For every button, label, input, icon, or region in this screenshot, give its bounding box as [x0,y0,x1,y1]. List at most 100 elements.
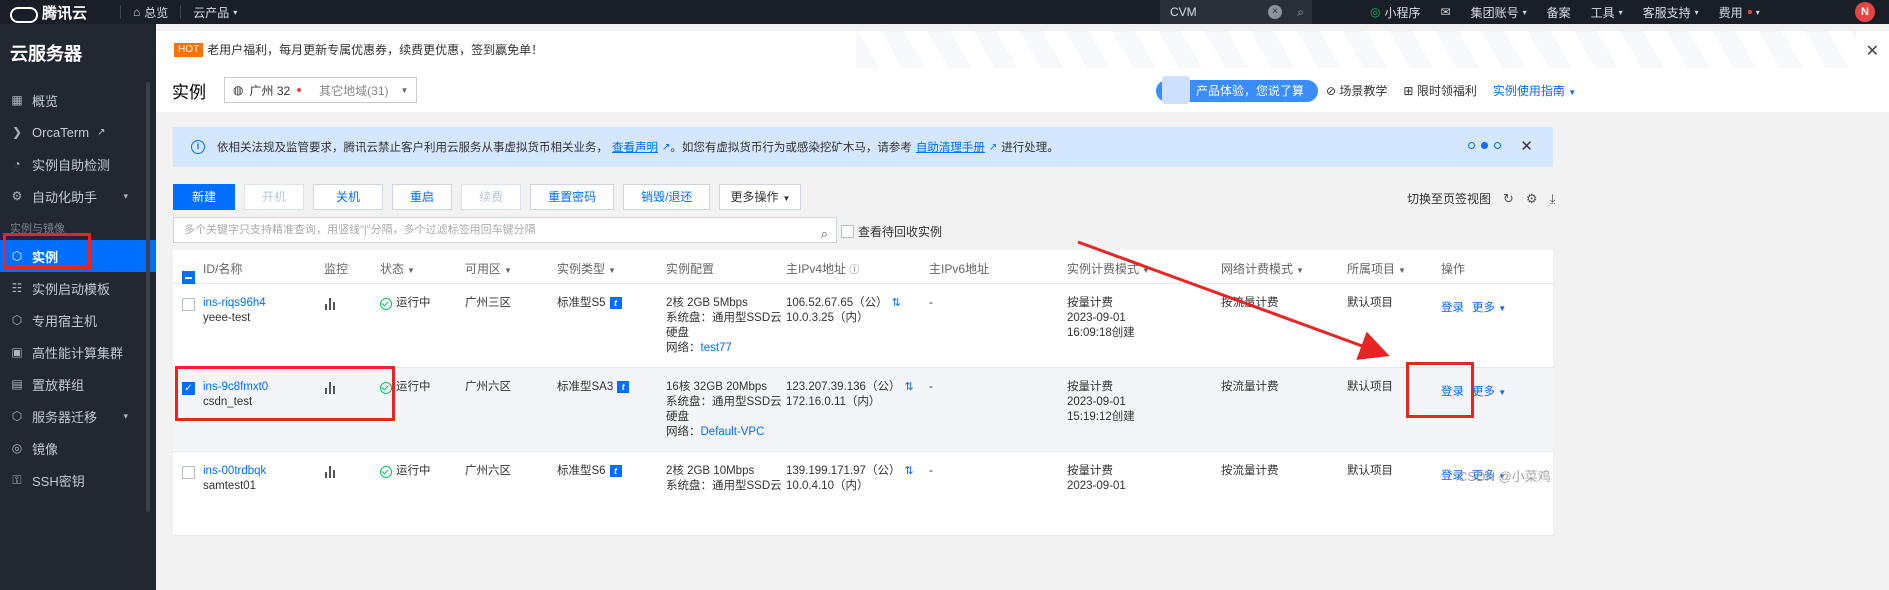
sidebar-item-images[interactable]: ◎ 镜像 [0,432,156,464]
column-header-billing[interactable]: 实例计费模式 ▼ [1067,260,1150,277]
gear-icon[interactable]: ⚙ [1526,191,1538,207]
sidebar-item-hpc-cluster[interactable]: ▣ 高性能计算集群 [0,336,156,368]
brand-logo[interactable]: 腾讯云 [0,2,120,23]
instance-id-link[interactable]: ins-00trdbqk [203,464,266,479]
column-header-label: 网络计费模式 [1221,262,1294,276]
filter-icon[interactable]: ▼ [504,266,512,275]
sidebar-item-ssh-keys[interactable]: ⚿ SSH密钥 [0,464,156,496]
pager-dot-active[interactable] [1481,142,1488,149]
reset-password-button[interactable]: 重置密码 [530,184,615,210]
column-header-type[interactable]: 实例类型 ▼ [557,260,616,277]
network-link[interactable]: Default-VPC [701,426,765,438]
sidebar-item-self-check[interactable]: ◔ 实例自助检测 [0,148,156,180]
terminal-icon: ❯ [11,125,23,139]
nav-tools[interactable]: 工具 ▾ [1581,4,1633,21]
login-link[interactable]: 登录 [1441,301,1464,316]
renew-button[interactable]: 续费 [461,184,522,210]
config-cell: 2核 2GB 5Mbps 系统盘：通用型SSD云 硬盘 网络：test77 [666,296,782,356]
nav-group-account[interactable]: 集团账号 ▾ [1461,4,1537,21]
limited-welfare-link[interactable]: ⊞ 限时领福利 [1403,82,1476,99]
monitor-icon[interactable] [325,466,335,478]
start-button[interactable]: 开机 [244,184,305,210]
info-icon[interactable]: ⓘ [849,265,859,276]
row-checkbox[interactable] [182,298,195,311]
nav-billing[interactable]: 费用 ▾ [1709,4,1770,21]
feedback-icon [1162,76,1190,104]
destroy-button[interactable]: 销毁/退还 [623,184,711,210]
nav-overview[interactable]: ⌂ 总览 [121,4,180,21]
column-header-status[interactable]: 状态 ▼ [380,260,415,277]
project-cell: 默认项目 [1347,381,1393,393]
sidebar-item-dedicated-host[interactable]: ⬡ 专用宿主机 [0,304,156,336]
column-header-zone[interactable]: 可用区 ▼ [465,260,512,277]
instance-id-link[interactable]: ins-riqs96h4 [203,296,266,311]
swap-icon[interactable]: ⇅ [904,381,913,393]
column-header-net-billing[interactable]: 网络计费模式 ▼ [1221,260,1304,277]
recycle-checkbox[interactable] [841,225,854,238]
region-selector[interactable]: ◍ 广州 32 其它地域(31) ▼ [224,77,418,103]
public-ip[interactable]: 139.199.171.97（公） [786,465,900,477]
filter-icon[interactable]: ▼ [1296,266,1304,275]
filter-icon[interactable]: ▼ [1142,266,1150,275]
instance-search-input[interactable]: 多个关键字只支持精准查询，用竖线"|"分隔，多个过滤标签用回车键分隔 ⌕ [173,217,837,243]
table-row: ins-riqs96h4 yeee-test 运行中 广州三区 标准型S5 t 2… [173,284,1553,368]
nav-products[interactable]: 云产品 ▾ [181,4,249,21]
filter-icon[interactable]: ▼ [407,266,415,275]
restart-button[interactable]: 重启 [392,184,453,210]
more-link[interactable]: 更多 ▼ [1472,301,1506,316]
external-link-icon: ↗ [662,141,671,153]
global-search-input[interactable]: CVM × ⌕ [1160,0,1312,24]
avatar[interactable]: N [1855,2,1875,22]
nav-mini-program[interactable]: ◎ 小程序 [1360,4,1431,21]
sidebar-item-orcaterm[interactable]: ❯ OrcaTerm ↗ [0,116,156,148]
sidebar-item-migration[interactable]: ⬡ 服务器迁移 ▾ [0,400,156,432]
private-ip[interactable]: 10.0.3.25（内） [786,311,901,326]
nav-mail[interactable]: ✉ [1431,5,1461,19]
network-link[interactable]: test77 [701,342,732,354]
notice-link-manual[interactable]: 自助清理手册 [916,139,985,155]
refresh-icon[interactable]: ↻ [1503,191,1514,207]
swap-icon[interactable]: ⇅ [904,465,913,477]
recycle-label: 查看待回收实例 [858,225,943,239]
ipv6-cell: - [929,297,933,309]
private-ip[interactable]: 172.16.0.11（内） [786,395,914,410]
search-icon[interactable]: ⌕ [821,222,828,246]
nav-support[interactable]: 客服支持 ▾ [1633,4,1709,21]
close-icon[interactable]: ✕ [1866,41,1879,61]
monitor-icon[interactable] [325,298,335,310]
sidebar-item-launch-template[interactable]: ☷ 实例启动模板 [0,272,156,304]
select-all-checkbox[interactable] [182,271,195,284]
feedback-button[interactable]: 产品体验，您说了算 [1156,76,1319,104]
more-link[interactable]: 更多 ▼ [1472,385,1506,400]
search-icon[interactable]: ⌕ [1297,5,1304,20]
pager-dot[interactable] [1468,142,1475,149]
swap-icon[interactable]: ⇅ [892,297,901,309]
switch-view-link[interactable]: 切换至页签视图 [1407,190,1491,207]
notice-link-statement[interactable]: 查看声明 [612,139,658,155]
instance-guide-label: 实例使用指南 [1492,84,1565,98]
stop-button[interactable]: 关机 [313,184,384,210]
recycle-toggle[interactable]: 查看待回收实例 [841,223,942,240]
sidebar-scrollbar[interactable] [146,82,150,512]
nav-filing[interactable]: 备案 [1537,4,1581,21]
scene-tutorial-link[interactable]: ⊘ 场景教学 [1326,82,1387,99]
row-checkbox[interactable] [182,466,195,479]
instance-guide-link[interactable]: 实例使用指南 ▼ [1493,82,1576,99]
private-ip[interactable]: 10.0.4.10（内） [786,479,914,494]
create-button[interactable]: 新建 [173,184,236,210]
filter-icon[interactable]: ▼ [608,266,616,275]
sidebar-item-overview[interactable]: ▦ 概览 [0,84,156,116]
more-actions-button[interactable]: 更多操作 ▼ [719,184,802,210]
clear-icon[interactable]: × [1268,5,1282,19]
download-icon[interactable]: ⤓ [1550,191,1556,207]
sidebar-item-automation[interactable]: ⚙ 自动化助手 ▾ [0,180,156,212]
promo-text[interactable]: 老用户福利，每月更新专属优惠券，续费更优惠，签到赢免单！ [207,41,543,58]
public-ip[interactable]: 123.207.39.136（公） [786,381,900,393]
filter-icon[interactable]: ▼ [1398,266,1406,275]
pager-dot[interactable] [1494,142,1501,149]
public-ip[interactable]: 106.52.67.65（公） [786,297,888,309]
close-icon[interactable]: ✕ [1520,137,1533,155]
column-header-project[interactable]: 所属项目 ▼ [1347,260,1406,277]
sidebar-item-placement-group[interactable]: ▤ 置放群组 [0,368,156,400]
running-icon [380,465,392,478]
